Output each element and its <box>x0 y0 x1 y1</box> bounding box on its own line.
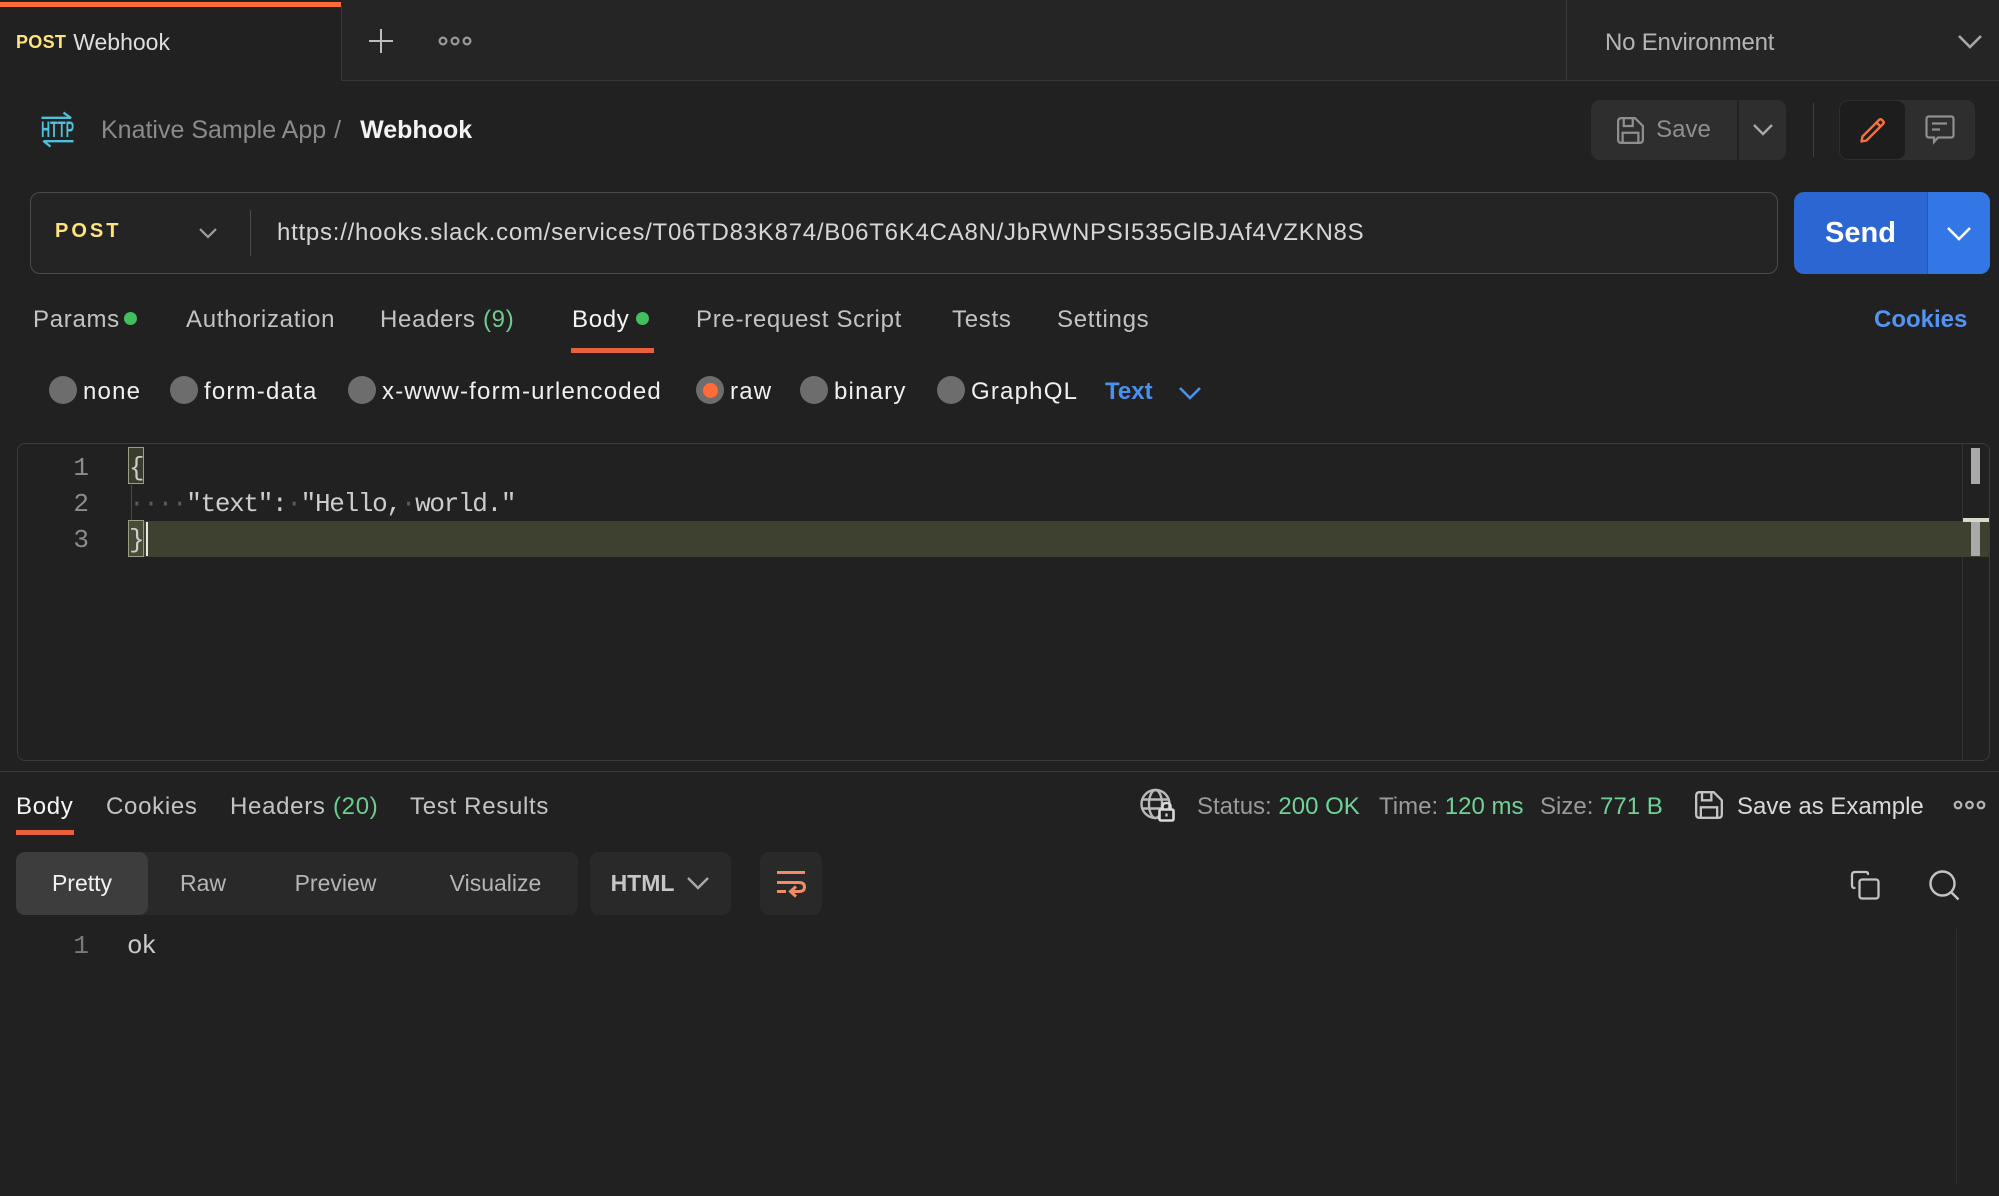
svg-text:HTTP: HTTP <box>41 117 74 142</box>
